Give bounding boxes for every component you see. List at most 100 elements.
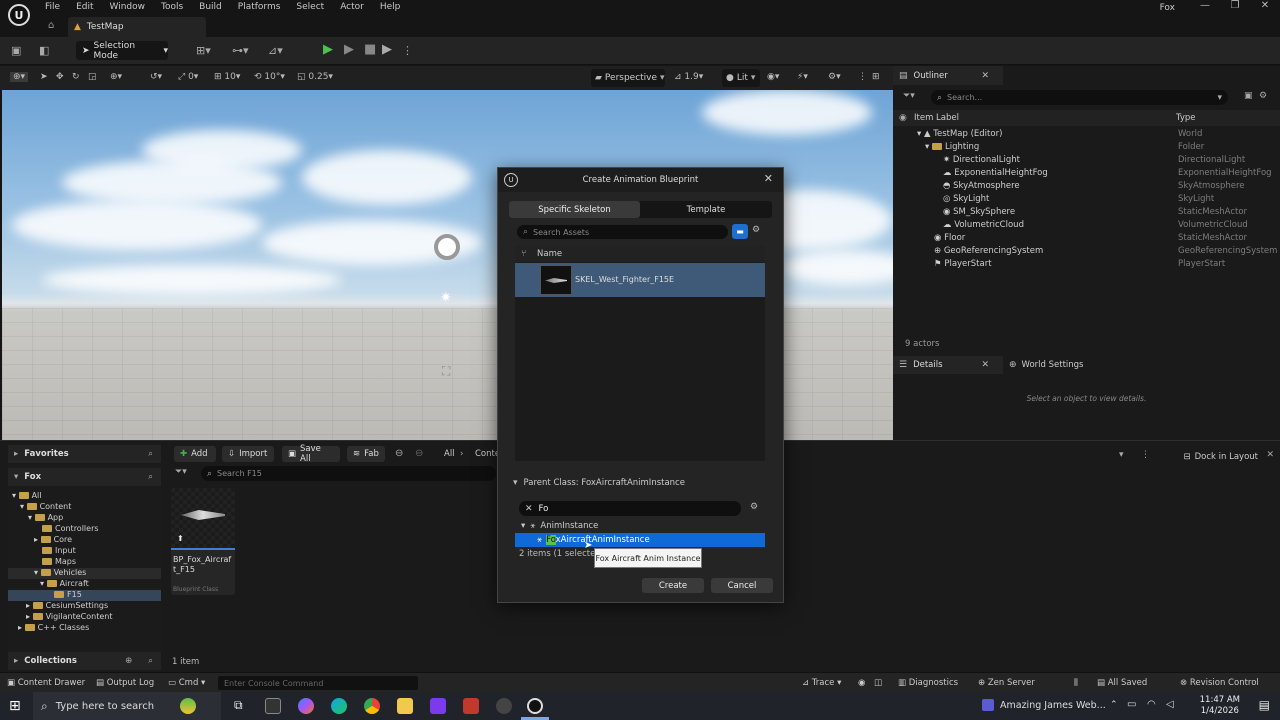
tree-item-input[interactable]: Input	[8, 546, 161, 557]
menu-actor[interactable]: Actor	[340, 2, 364, 12]
snap-icon[interactable]: ⤢ 0▾	[178, 72, 198, 82]
tab-template[interactable]: Template	[640, 201, 772, 218]
tree-item-content[interactable]: ▾ Content	[8, 502, 161, 513]
cmd-dropdown[interactable]: ▭ Cmd ▾	[168, 678, 205, 688]
more-options-icon[interactable]: ⋮	[402, 44, 413, 57]
outliner-tab[interactable]: ▤ Outliner ✕	[893, 66, 1003, 85]
asset-search-input[interactable]: ⌕ Search Assets	[517, 225, 728, 239]
add-button[interactable]: ✚ Add	[174, 446, 216, 462]
content-search-input[interactable]: ⌕ Search F15	[201, 466, 496, 481]
terminal-icon[interactable]	[265, 698, 281, 714]
col-name[interactable]: Name	[537, 249, 562, 259]
search-icon[interactable]: ⌕	[148, 472, 153, 482]
tree-item-f15[interactable]: F15	[8, 590, 161, 601]
tab-specific-skeleton[interactable]: Specific Skeleton	[509, 201, 640, 218]
perspective-dropdown[interactable]: ▰ Perspective ▾	[591, 69, 665, 87]
search-icon[interactable]: ⌕	[148, 449, 153, 459]
weather-icon[interactable]	[180, 698, 196, 714]
cancel-button[interactable]: Cancel	[711, 578, 773, 593]
level-tab[interactable]: ▲ TestMap	[68, 17, 206, 37]
taskbar-clock[interactable]: 11:47 AM 1/4/2026	[1200, 695, 1240, 717]
clear-icon[interactable]: ✕	[525, 504, 533, 514]
tree-item-cesiumsettings[interactable]: ▸ CesiumSettings	[8, 601, 161, 612]
fab-button[interactable]: ≋ Fab	[347, 446, 385, 462]
select-mode-icon[interactable]: ➤	[40, 72, 48, 82]
menu-edit[interactable]: Edit	[76, 2, 93, 12]
windows-start-icon[interactable]: ⊞	[9, 698, 21, 714]
menu-window[interactable]: Window	[110, 2, 146, 12]
edge-icon[interactable]	[331, 698, 347, 714]
play-next-frame-icon[interactable]: ▶	[344, 42, 354, 57]
close-icon[interactable]: ✕	[1266, 450, 1274, 460]
home-icon[interactable]: ⌂	[48, 20, 54, 31]
save-icon[interactable]: ▣	[11, 44, 21, 57]
move-icon[interactable]: ✥	[56, 72, 64, 82]
class-row-animinstance[interactable]: ▾ ⚹ AnimInstance	[515, 519, 765, 533]
revision-control-button[interactable]: ⊗ Revision Control	[1180, 678, 1259, 688]
outliner-row[interactable]: ☁ ExponentialHeightFog ExponentialHeightF…	[893, 167, 1280, 180]
outliner-row[interactable]: ◉ Floor StaticMeshActor	[893, 232, 1280, 245]
zen-server-button[interactable]: ⊕ Zen Server	[978, 678, 1035, 688]
outliner-search-input[interactable]: ⌕ Search... ▾	[931, 90, 1228, 105]
class-row-foxaircraftaniminstance[interactable]: ⚹ FoxAircraftAnimInstance	[515, 533, 765, 547]
unreal-engine-icon[interactable]	[527, 698, 543, 714]
col-item-label[interactable]: Item Label	[914, 113, 959, 123]
camera-speed[interactable]: ⊿ 1.9▾	[674, 72, 703, 82]
outliner-row[interactable]: ◉ SM_SkySphere StaticMeshActor	[893, 206, 1280, 219]
tree-item-vehicles[interactable]: ▾ Vehicles	[8, 568, 161, 579]
close-icon[interactable]: ✕	[1250, 0, 1280, 11]
tree-item-controllers[interactable]: Controllers	[8, 524, 161, 535]
outliner-row[interactable]: ✷ DirectionalLight DirectionalLight	[893, 154, 1280, 167]
menu-tools[interactable]: Tools	[161, 2, 183, 12]
col-type[interactable]: Type	[1176, 113, 1196, 123]
play-options-icon[interactable]: ▶	[382, 42, 392, 57]
menu-select[interactable]: Select	[296, 2, 324, 12]
parent-class-filter-input[interactable]: ✕ Fo	[519, 501, 741, 516]
play-icon[interactable]: ▶	[323, 42, 333, 57]
realtime-icon[interactable]: ⚡▾	[797, 72, 808, 82]
rotate-icon[interactable]: ↻	[72, 72, 80, 82]
close-icon[interactable]: ✕	[764, 172, 773, 185]
create-button[interactable]: Create	[642, 578, 704, 593]
project-header[interactable]: ▾ Fox ⌕	[8, 468, 161, 486]
copilot-icon[interactable]	[298, 698, 314, 714]
tree-item-maps[interactable]: Maps	[8, 557, 161, 568]
content-icon[interactable]: ◧	[39, 44, 49, 57]
tree-item-vigilantecontent[interactable]: ▸ VigilanteContent	[8, 612, 161, 623]
details-tab[interactable]: ☰ Details ✕	[893, 356, 1003, 374]
outliner-row[interactable]: ◓ SkyAtmosphere SkyAtmosphere	[893, 180, 1280, 193]
menu-platforms[interactable]: Platforms	[238, 2, 281, 12]
filter-icon[interactable]: ⏷▾	[903, 91, 915, 101]
tree-item-cpp-classes[interactable]: ▸ C++ Classes	[8, 623, 161, 634]
back-icon[interactable]: ⊖	[395, 448, 403, 459]
world-settings-tab[interactable]: ⊕ World Settings	[1005, 356, 1125, 374]
snapshot-icon[interactable]: ◫	[874, 678, 882, 688]
chrome-icon[interactable]	[364, 698, 380, 714]
settings-icon[interactable]: ⚙	[750, 502, 758, 512]
close-icon[interactable]: ✕	[981, 360, 989, 370]
console-input[interactable]: Enter Console Command	[218, 676, 418, 690]
notification-center-icon[interactable]: ▤	[1259, 698, 1270, 712]
wifi-icon[interactable]: ◠	[1147, 699, 1156, 710]
github-icon[interactable]	[496, 698, 512, 714]
layout-icon[interactable]: ⊞	[872, 72, 880, 82]
file-explorer-icon[interactable]	[397, 698, 413, 714]
import-button[interactable]: ⇩ Import	[222, 446, 274, 462]
chevron-down-icon[interactable]: ▾	[1119, 450, 1124, 460]
outliner-row[interactable]: ◎ SkyLight SkyLight	[893, 193, 1280, 206]
tree-item-app[interactable]: ▾ App	[8, 513, 161, 524]
sky-light-icon[interactable]	[434, 234, 460, 260]
rotation-snap-icon[interactable]: ⟲ 10°▾	[254, 72, 285, 82]
menu-file[interactable]: File	[45, 2, 60, 12]
taskbar-notification[interactable]: Amazing James Web...	[982, 699, 1106, 711]
task-view-icon[interactable]: ⧉	[234, 698, 243, 713]
volume-icon[interactable]: ◁	[1166, 699, 1174, 710]
transform-menu-icon[interactable]: ⊕▾	[10, 72, 29, 82]
stop-icon[interactable]: ■	[364, 42, 376, 57]
add-folder-icon[interactable]: ▣	[1244, 91, 1253, 101]
network-icon[interactable]: ▭	[1127, 699, 1136, 710]
tree-item-all[interactable]: ▾ All	[8, 491, 161, 502]
menu-help[interactable]: Help	[380, 2, 401, 12]
search-icon[interactable]: ⌕	[148, 656, 153, 666]
parent-class-header[interactable]: ▾ Parent Class: FoxAircraftAnimInstance	[509, 472, 772, 494]
